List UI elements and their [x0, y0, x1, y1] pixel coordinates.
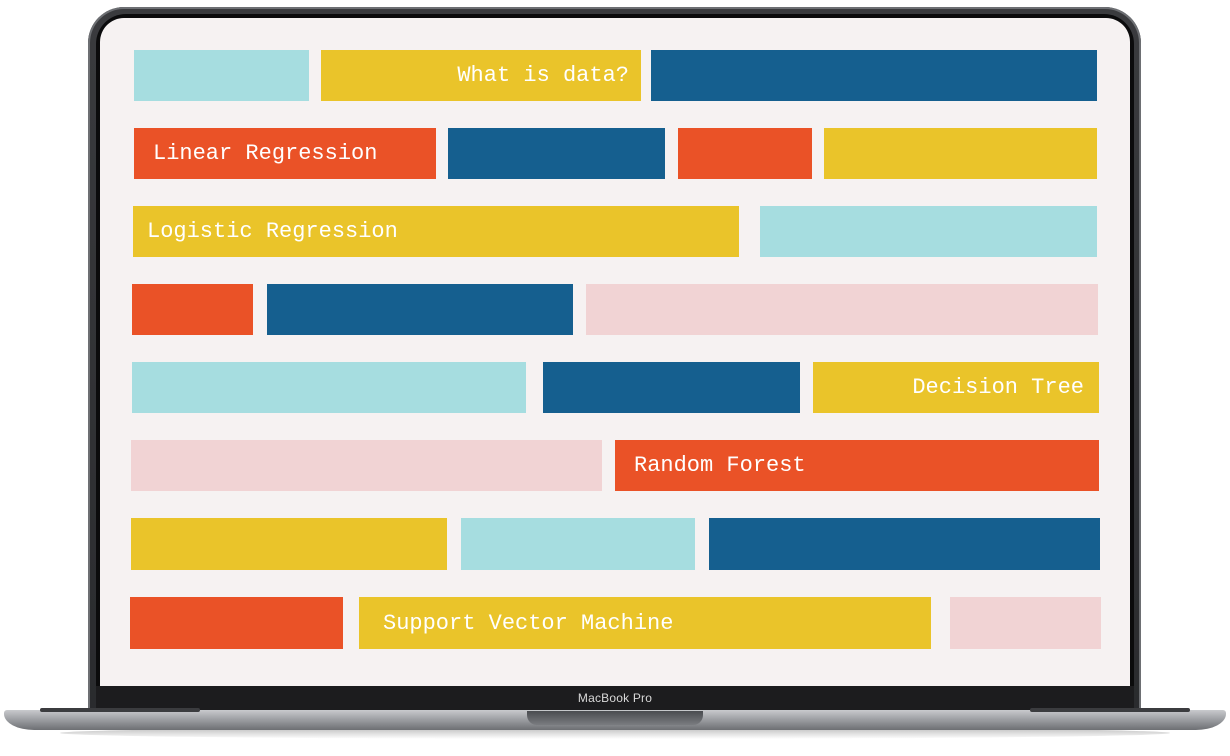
- screen: [100, 18, 1130, 686]
- color-block: [678, 128, 812, 179]
- color-block: [461, 518, 695, 570]
- color-block: [130, 597, 343, 649]
- color-block: [651, 50, 1097, 101]
- color-block: [132, 284, 253, 335]
- color-block: [543, 362, 800, 413]
- screen-chin: MacBook Pro: [96, 686, 1134, 711]
- color-block: [448, 128, 665, 179]
- topic-label: Logistic Regression: [147, 219, 398, 244]
- color-block: [760, 206, 1097, 257]
- hinge-right: [1030, 708, 1190, 712]
- lid-opening-notch: [527, 711, 703, 725]
- topic-label: What is data?: [457, 63, 629, 88]
- topic-label: Linear Regression: [153, 141, 378, 166]
- topic-logistic-regression: Logistic Regression: [133, 206, 739, 257]
- topic-label: Decision Tree: [912, 375, 1084, 400]
- color-block: [131, 440, 602, 491]
- color-block: [132, 362, 526, 413]
- topic-what-is-data: What is data?: [321, 50, 641, 101]
- model-label: MacBook Pro: [577, 691, 653, 705]
- color-block: [950, 597, 1101, 649]
- hinge-left: [40, 708, 200, 712]
- topic-label: Random Forest: [634, 453, 806, 478]
- color-block: [709, 518, 1100, 570]
- topic-decision-tree: Decision Tree: [813, 362, 1099, 413]
- topic-support-vector-machine: Support Vector Machine: [359, 597, 931, 649]
- color-block: [824, 128, 1097, 179]
- color-block: [134, 50, 309, 101]
- color-block: [131, 518, 447, 570]
- topic-random-forest: Random Forest: [615, 440, 1099, 491]
- topic-label: Support Vector Machine: [383, 610, 674, 636]
- topic-linear-regression: Linear Regression: [134, 128, 436, 179]
- color-block: [586, 284, 1098, 335]
- color-block: [267, 284, 573, 335]
